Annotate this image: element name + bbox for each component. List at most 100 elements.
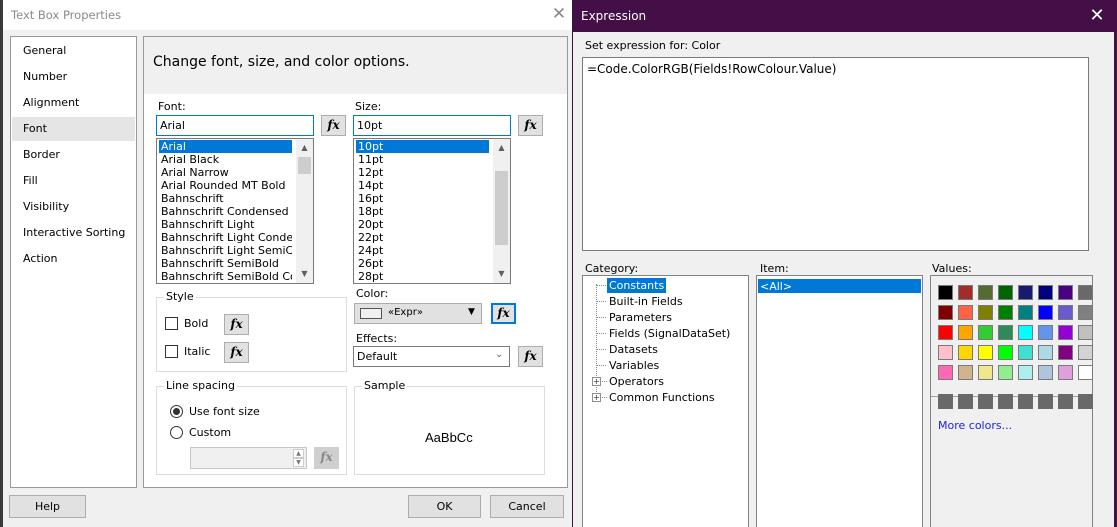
color-swatch[interactable] <box>1078 285 1093 300</box>
color-fx-button[interactable]: fx <box>491 303 516 324</box>
size-list-scrollbar[interactable]: ▲ ▼ <box>493 139 510 283</box>
color-swatch[interactable] <box>978 345 993 360</box>
scroll-down-icon[interactable]: ▼ <box>493 267 510 281</box>
list-item[interactable]: Arial Rounded MT Bold <box>159 179 292 192</box>
list-item[interactable]: 12pt <box>356 166 489 179</box>
color-swatch[interactable] <box>958 305 973 320</box>
more-colors-link[interactable]: More colors... <box>938 419 1012 432</box>
custom-color-swatch[interactable] <box>998 394 1013 409</box>
sidebar-item-visibility[interactable]: Visibility <box>12 195 135 219</box>
color-swatch[interactable] <box>998 285 1013 300</box>
expand-icon[interactable]: + <box>592 393 601 402</box>
sidebar-item-font[interactable]: Font <box>12 117 135 141</box>
list-item[interactable]: Bahnschrift <box>159 192 292 205</box>
color-swatch[interactable] <box>1058 285 1073 300</box>
tree-item-built-in-fields[interactable]: Built-in Fields <box>607 294 685 309</box>
italic-checkbox[interactable] <box>165 345 178 358</box>
color-swatch[interactable] <box>1018 285 1033 300</box>
color-swatch[interactable] <box>958 345 973 360</box>
expression-editor[interactable]: =Code.ColorRGB(Fields!RowColour.Value) <box>582 57 1089 251</box>
color-swatch[interactable] <box>938 285 953 300</box>
color-swatch[interactable] <box>1038 305 1053 320</box>
custom-color-swatch[interactable] <box>1018 394 1033 409</box>
sidebar-item-border[interactable]: Border <box>12 143 135 167</box>
scroll-thumb[interactable] <box>495 171 508 245</box>
color-swatch[interactable] <box>1058 345 1073 360</box>
size-fx-button[interactable]: fx <box>518 115 543 136</box>
tree-item-variables[interactable]: Variables <box>607 358 661 373</box>
tree-item-fields-signaldataset[interactable]: Fields (SignalDataSet) <box>607 326 732 341</box>
line-spacing-fx-button[interactable]: fx <box>314 447 339 469</box>
list-item[interactable]: 16pt <box>356 192 489 205</box>
color-swatch[interactable] <box>938 305 953 320</box>
scroll-up-icon[interactable]: ▲ <box>493 141 510 155</box>
color-swatch[interactable] <box>978 325 993 340</box>
custom-color-swatch[interactable] <box>1058 394 1073 409</box>
list-item[interactable]: Bahnschrift Light <box>159 218 292 231</box>
color-swatch[interactable] <box>958 325 973 340</box>
tree-item-common-functions[interactable]: Common Functions <box>607 390 717 405</box>
color-swatch[interactable] <box>1038 325 1053 340</box>
spin-up-icon[interactable]: ▲ <box>293 449 304 458</box>
spin-down-icon[interactable]: ▼ <box>293 458 304 467</box>
color-swatch[interactable] <box>1078 305 1093 320</box>
color-swatch[interactable] <box>998 305 1013 320</box>
effects-fx-button[interactable]: fx <box>518 346 543 367</box>
color-swatch[interactable] <box>1038 365 1053 380</box>
size-input[interactable]: 10pt <box>353 115 511 136</box>
list-item[interactable]: Bahnschrift Condensed <box>159 205 292 218</box>
color-swatch[interactable] <box>1018 345 1033 360</box>
color-swatch[interactable] <box>958 365 973 380</box>
color-swatch[interactable] <box>958 285 973 300</box>
list-item[interactable]: Arial Narrow <box>159 166 292 179</box>
color-swatch[interactable] <box>1078 365 1093 380</box>
sidebar-item-fill[interactable]: Fill <box>12 169 135 193</box>
font-input[interactable]: Arial <box>156 115 314 136</box>
list-item[interactable]: 26pt <box>356 257 489 270</box>
close-icon[interactable]: ✕ <box>1084 4 1110 28</box>
sidebar-item-interactive-sorting[interactable]: Interactive Sorting <box>12 221 135 245</box>
list-item[interactable]: <All> <box>758 279 921 293</box>
use-font-size-radio[interactable] <box>170 405 183 418</box>
custom-spacing-input[interactable]: ▲ ▼ <box>190 447 307 469</box>
list-item[interactable]: 18pt <box>356 205 489 218</box>
color-swatch[interactable] <box>978 305 993 320</box>
color-swatch[interactable] <box>1058 365 1073 380</box>
sidebar-item-action[interactable]: Action <box>12 247 135 271</box>
scroll-thumb[interactable] <box>298 157 311 174</box>
color-swatch[interactable] <box>1058 325 1073 340</box>
tree-item-operators[interactable]: Operators <box>607 374 666 389</box>
color-swatch[interactable] <box>998 325 1013 340</box>
bold-fx-button[interactable]: fx <box>224 314 249 335</box>
close-icon[interactable]: ✕ <box>548 4 570 26</box>
color-swatch[interactable] <box>938 325 953 340</box>
list-item[interactable]: Bahnschrift SemiBold <box>159 257 292 270</box>
color-dropdown[interactable]: «Expr» ▼ <box>354 303 482 324</box>
ok-button[interactable]: OK <box>408 495 481 518</box>
color-swatch[interactable] <box>998 365 1013 380</box>
color-swatch[interactable] <box>998 345 1013 360</box>
list-item[interactable]: 24pt <box>356 244 489 257</box>
color-swatch[interactable] <box>1058 305 1073 320</box>
list-item[interactable]: Bahnschrift Light Condensed <box>159 231 292 244</box>
list-item[interactable]: 14pt <box>356 179 489 192</box>
bold-checkbox[interactable] <box>165 317 178 330</box>
sidebar-item-number[interactable]: Number <box>12 65 135 89</box>
scroll-down-icon[interactable]: ▼ <box>296 267 313 281</box>
list-item[interactable]: 11pt <box>356 153 489 166</box>
list-item[interactable]: 20pt <box>356 218 489 231</box>
font-listbox[interactable]: ▲ ▼ Arial Arial Black Arial Narrow Arial Ro… <box>156 138 314 284</box>
tree-item-datasets[interactable]: Datasets <box>607 342 660 357</box>
cancel-button[interactable]: Cancel <box>490 495 564 518</box>
custom-color-swatch[interactable] <box>938 394 953 409</box>
italic-fx-button[interactable]: fx <box>224 342 249 363</box>
sidebar-item-alignment[interactable]: Alignment <box>12 91 135 115</box>
color-swatch[interactable] <box>938 345 953 360</box>
font-fx-button[interactable]: fx <box>321 115 346 136</box>
custom-color-swatch[interactable] <box>978 394 993 409</box>
color-swatch[interactable] <box>938 365 953 380</box>
item-listbox[interactable]: <All> <box>756 275 923 527</box>
sidebar-item-general[interactable]: General <box>12 39 135 63</box>
color-swatch[interactable] <box>1018 325 1033 340</box>
custom-color-swatch[interactable] <box>958 394 973 409</box>
